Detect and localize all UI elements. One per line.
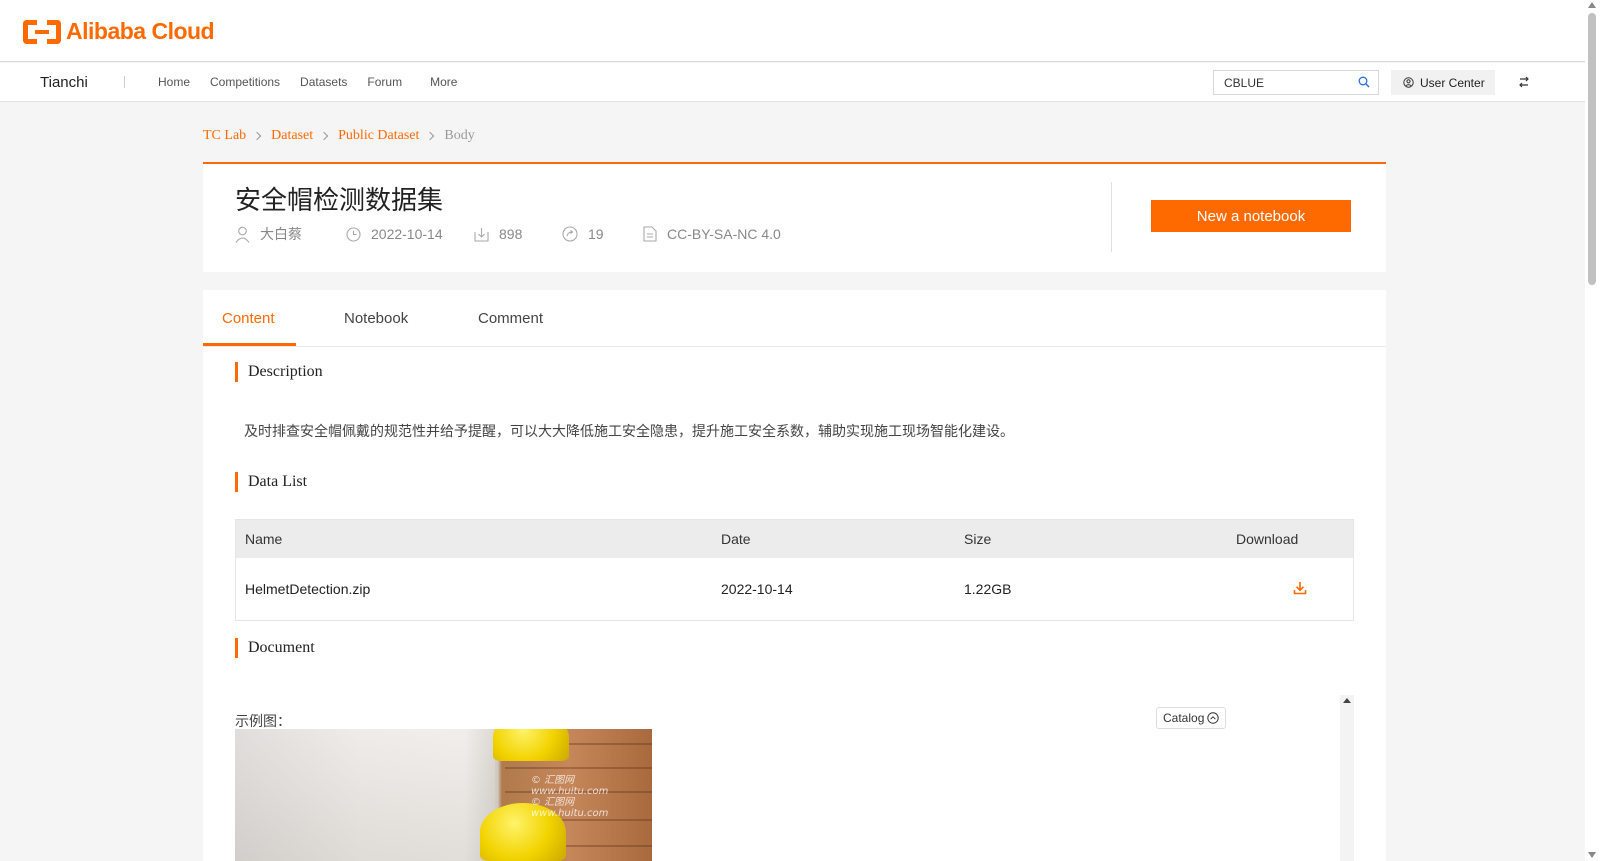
breadcrumb-public-dataset[interactable]: Public Dataset bbox=[338, 128, 419, 144]
active-tab-indicator bbox=[203, 343, 296, 346]
nav-link-competitions[interactable]: Competitions bbox=[210, 75, 280, 89]
column-header-name: Name bbox=[245, 531, 283, 547]
column-header-date: Date bbox=[721, 531, 751, 547]
document-viewer: 示例图： Catalog © 汇图网 www.huitu.com © 汇图网 w… bbox=[235, 695, 1354, 861]
search-input[interactable] bbox=[1214, 71, 1344, 94]
nav-link-forum[interactable]: Forum bbox=[367, 75, 402, 89]
file-date: 2022-10-14 bbox=[721, 581, 793, 597]
license-text: CC-BY-SA-NC 4.0 bbox=[667, 226, 781, 242]
breadcrumb-tc-lab[interactable]: TC Lab bbox=[203, 128, 246, 144]
logo-mark-icon bbox=[23, 19, 61, 44]
scroll-up-arrow[interactable] bbox=[1588, 2, 1596, 8]
dataset-title: 安全帽检测数据集 bbox=[235, 186, 444, 216]
created-date: 2022-10-14 bbox=[371, 226, 443, 242]
description-heading: Description bbox=[235, 362, 323, 382]
clock-icon bbox=[346, 226, 361, 242]
column-header-download: Download bbox=[1236, 531, 1299, 547]
download-count: 898 bbox=[499, 226, 523, 242]
data-list-heading: Data List bbox=[235, 472, 307, 492]
page-scrollbar[interactable] bbox=[1585, 0, 1600, 861]
share-count: 19 bbox=[588, 226, 604, 242]
author-name[interactable]: 大白蔡 bbox=[260, 224, 302, 244]
catalog-label: Catalog bbox=[1163, 711, 1205, 725]
image-watermark: © 汇图网 www.huitu.com bbox=[531, 797, 609, 819]
breadcrumb-current: Body bbox=[444, 128, 475, 143]
user-center-button[interactable]: User Center bbox=[1391, 70, 1495, 95]
document-heading: Document bbox=[235, 638, 315, 658]
chevron-up-icon bbox=[1207, 712, 1220, 724]
nav-link-datasets[interactable]: Datasets bbox=[300, 75, 347, 89]
chevron-right-icon bbox=[426, 131, 435, 141]
header-divider bbox=[1111, 182, 1112, 252]
search-icon[interactable] bbox=[1358, 76, 1370, 88]
description-text: 及时排查安全帽佩戴的规范性并给予提醒，可以大大降低施工安全隐患，提升施工安全系数… bbox=[244, 424, 1014, 440]
document-scrollbar[interactable] bbox=[1340, 695, 1354, 861]
nav-link-home[interactable]: Home bbox=[158, 75, 190, 89]
nav-link-more[interactable]: More bbox=[430, 75, 457, 89]
scroll-down-arrow[interactable] bbox=[1588, 852, 1596, 858]
user-center-label: User Center bbox=[1420, 75, 1485, 90]
meta-downloads: 898 bbox=[474, 226, 562, 242]
top-navigation: Tianchi Home Competitions Datasets Forum… bbox=[0, 63, 1585, 102]
dataset-meta: 大白蔡 2022-10-14 898 19 CC-BY-SA-NC 4.0 bbox=[235, 224, 781, 244]
user-icon bbox=[1403, 77, 1414, 88]
column-header-size: Size bbox=[964, 531, 992, 547]
alibaba-cloud-logo[interactable]: Alibaba Cloud bbox=[23, 18, 215, 45]
tab-comment[interactable]: Comment bbox=[478, 310, 543, 327]
example-label: 示例图： bbox=[235, 714, 291, 730]
chevron-right-icon bbox=[319, 131, 329, 141]
dataset-header: 安全帽检测数据集 大白蔡 2022-10-14 898 19 CC-BY-SA-… bbox=[203, 162, 1386, 272]
breadcrumb-dataset[interactable]: Dataset bbox=[271, 128, 313, 144]
meta-license: CC-BY-SA-NC 4.0 bbox=[643, 226, 781, 242]
logo-text: Alibaba Cloud bbox=[66, 18, 215, 44]
table-header: Name Date Size Download bbox=[236, 520, 1353, 558]
meta-shares: 19 bbox=[562, 226, 643, 242]
file-size: 1.22GB bbox=[964, 581, 1012, 597]
file-name: HelmetDetection.zip bbox=[245, 581, 371, 597]
nav-product-name[interactable]: Tianchi bbox=[40, 74, 88, 91]
breadcrumb: TC Lab Dataset Public Dataset Body bbox=[203, 128, 475, 144]
search-box bbox=[1213, 70, 1379, 95]
brand-bar: Alibaba Cloud bbox=[0, 0, 1585, 62]
swap-icon[interactable] bbox=[1518, 75, 1530, 89]
scroll-up-arrow[interactable] bbox=[1343, 698, 1351, 703]
catalog-button[interactable]: Catalog bbox=[1156, 707, 1227, 729]
nav-links: Home Competitions Datasets Forum More bbox=[158, 75, 477, 89]
meta-date: 2022-10-14 bbox=[346, 226, 474, 242]
tab-content[interactable]: Content bbox=[222, 310, 275, 327]
chevron-right-icon bbox=[252, 131, 262, 141]
tab-bar: Content Notebook Comment bbox=[203, 290, 1386, 347]
new-notebook-button[interactable]: New a notebook bbox=[1151, 200, 1351, 232]
nav-divider bbox=[124, 76, 125, 88]
download-icon bbox=[474, 227, 489, 242]
data-list-table: Name Date Size Download HelmetDetection.… bbox=[235, 519, 1354, 621]
download-icon[interactable] bbox=[1293, 581, 1307, 595]
share-icon bbox=[562, 226, 578, 242]
scroll-thumb[interactable] bbox=[1588, 13, 1596, 285]
helmet-image-element bbox=[493, 729, 569, 761]
content-card: Content Notebook Comment Description 及时排… bbox=[203, 290, 1386, 861]
table-row: HelmetDetection.zip 2022-10-14 1.22GB bbox=[236, 558, 1353, 620]
license-icon bbox=[643, 226, 657, 242]
example-image: © 汇图网 www.huitu.com © 汇图网 www.huitu.com bbox=[235, 729, 652, 861]
user-icon bbox=[235, 226, 250, 243]
tab-notebook[interactable]: Notebook bbox=[344, 310, 408, 327]
meta-author: 大白蔡 bbox=[235, 224, 346, 244]
